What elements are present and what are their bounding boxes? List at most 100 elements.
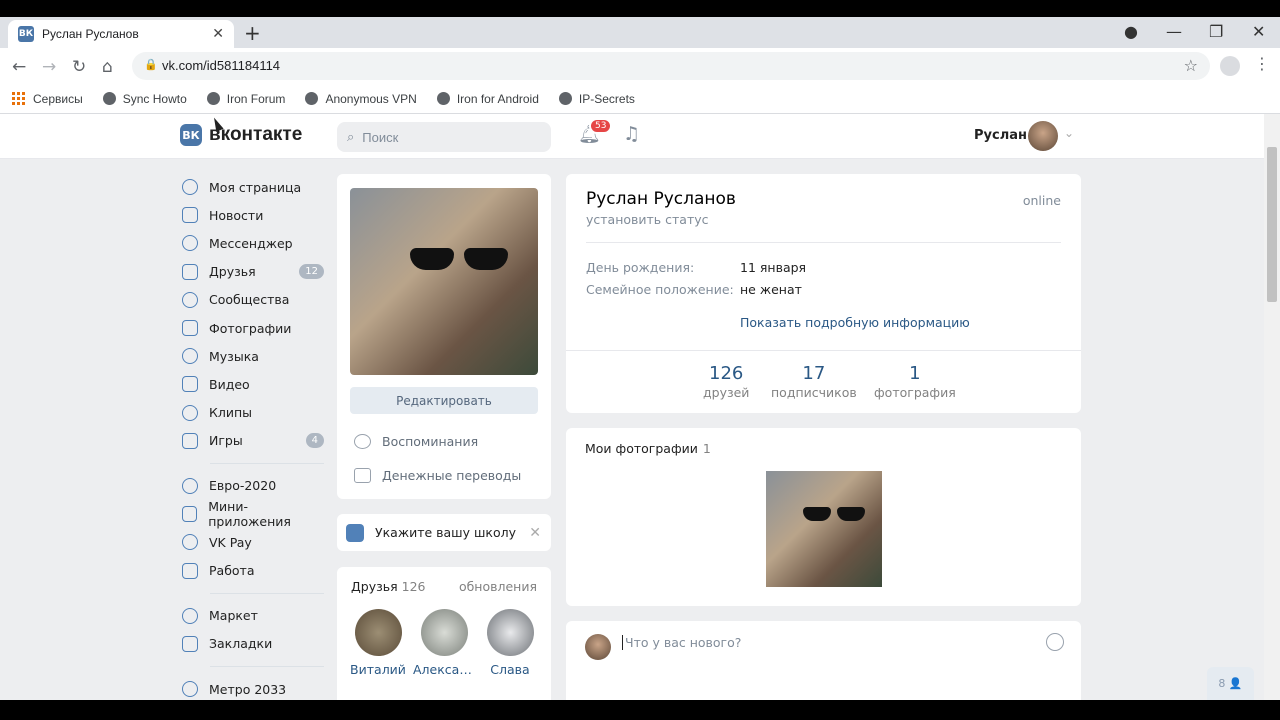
menu-item-chat[interactable]: Мессенджер — [182, 229, 324, 257]
bookmark-iron-android[interactable]: Iron for Android — [436, 92, 539, 106]
transfers-link[interactable]: Денежные переводы — [354, 468, 521, 483]
menu-item-label: Моя страница — [209, 179, 302, 195]
friends-updates-link[interactable]: обновления — [459, 579, 537, 594]
post-input[interactable]: Что у вас нового? — [622, 635, 741, 650]
online-status: online — [1022, 193, 1061, 208]
menu-item-news[interactable]: Новости — [182, 201, 324, 229]
work-icon — [182, 562, 198, 579]
set-status-link[interactable]: установить статус — [586, 212, 709, 227]
bookmark-anonymous-vpn[interactable]: Anonymous VPN — [305, 92, 417, 106]
friend-item[interactable]: Виталий — [347, 609, 409, 677]
photo-thumbnail[interactable] — [766, 471, 882, 587]
window-close-icon[interactable]: ✕ — [1252, 22, 1265, 41]
menu-item-label: Новости — [209, 207, 264, 223]
address-bar[interactable]: 🔒 vk.com/id581184114 ☆ — [132, 52, 1210, 80]
menu-item-clips[interactable]: Клипы — [182, 399, 324, 427]
counter-photos[interactable]: 1 фотография — [874, 363, 956, 400]
menu-kebab-icon[interactable]: ⋮ — [1254, 54, 1270, 73]
tab-bar: ВК Руслан Русланов ✕ + ● — ❐ ✕ — [0, 17, 1280, 48]
forward-icon[interactable]: → — [42, 57, 56, 77]
post-composer: Что у вас нового? — [566, 621, 1081, 700]
menu-item-music[interactable]: Музыка — [182, 342, 324, 370]
chat-button[interactable]: 8 👤 — [1207, 667, 1254, 700]
chevron-down-icon[interactable]: ⌄ — [1064, 126, 1074, 140]
bookmark-services[interactable]: Сервисы — [12, 92, 83, 106]
bookmark-label: Iron Forum — [226, 91, 286, 106]
friend-avatar — [354, 609, 402, 656]
menu-item-friends[interactable]: Друзья 12 — [182, 258, 324, 286]
birthday-row: День рождения: 11 января — [586, 260, 806, 275]
restore-icon[interactable]: ❐ — [1209, 22, 1223, 41]
menu-item-apps[interactable]: Мини-приложения — [182, 499, 324, 530]
menu-item-label: Друзья — [209, 264, 256, 280]
menu-item-user[interactable]: Моя страница — [182, 173, 324, 201]
menu-item-communities[interactable]: Сообщества — [182, 286, 324, 314]
bookmark-iron-forum[interactable]: Iron Forum — [206, 91, 286, 106]
edit-profile-button[interactable]: Редактировать — [350, 387, 538, 414]
url-text[interactable]: vk.com/id581184114 — [162, 58, 280, 73]
close-icon[interactable]: ✕ — [529, 525, 541, 541]
show-more-info-link[interactable]: Показать подробную информацию — [740, 315, 970, 330]
new-tab-icon[interactable]: + — [244, 23, 261, 43]
menu-item-label: Работа — [209, 563, 255, 579]
vk-logo[interactable]: ВК вконтакте — [180, 124, 302, 146]
menu-item-games[interactable]: Игры 4 — [182, 427, 324, 455]
counter-followers[interactable]: 17 подписчиков — [771, 363, 857, 400]
back-icon[interactable]: ← — [12, 57, 26, 77]
header-user-name[interactable]: Руслан — [974, 128, 1027, 143]
browser-window: ВК Руслан Русланов ✕ + ● — ❐ ✕ ← → ↻ ⌂ 🔒… — [0, 17, 1280, 700]
browser-tab[interactable]: ВК Руслан Русланов ✕ — [8, 20, 234, 48]
school-prompt[interactable]: Укажите вашу школу ✕ — [337, 514, 551, 551]
profile-counters: 126 друзей 17 подписчиков 1 фотография — [566, 350, 1081, 414]
profile-photo[interactable] — [350, 188, 538, 375]
search-input[interactable] — [360, 128, 535, 146]
profile-menu-icon[interactable]: ● — [1124, 22, 1138, 41]
bookmark-ip-secrets[interactable]: IP-Secrets — [558, 92, 635, 106]
bookmark-sync-howto[interactable]: Sync Howto — [102, 92, 187, 106]
address-bar-row: ← → ↻ ⌂ 🔒 vk.com/id581184114 ☆ ⋮ — [0, 48, 1280, 84]
bookmark-star-icon[interactable]: ☆ — [1184, 56, 1198, 75]
menu-item-work[interactable]: Работа — [182, 556, 324, 584]
menu-item-video[interactable]: Видео — [182, 370, 324, 398]
communities-icon — [182, 291, 198, 308]
close-tab-icon[interactable]: ✕ — [212, 26, 224, 42]
counter-label: друзей — [703, 385, 750, 400]
friend-item[interactable]: Александ... — [413, 609, 475, 677]
video-icon — [182, 376, 198, 393]
menu-item-label: Мини-приложения — [208, 499, 291, 530]
menu-item-photos[interactable]: Фотографии — [182, 314, 324, 342]
my-photos-title-text: Мои фотографии — [585, 441, 698, 456]
market-icon — [182, 607, 198, 624]
memories-link[interactable]: Воспоминания — [354, 434, 478, 449]
header-avatar[interactable] — [1028, 121, 1058, 151]
home-icon[interactable]: ⌂ — [102, 57, 113, 77]
friend-item[interactable]: Слава — [479, 609, 541, 677]
globe-icon — [436, 92, 450, 105]
scrollbar-thumb[interactable] — [1267, 147, 1277, 302]
account-icon[interactable] — [1220, 56, 1240, 76]
menu-item-gamepad[interactable]: Метро 2033 — [182, 675, 324, 700]
menu-item-ball[interactable]: Евро-2020 — [182, 472, 324, 500]
minimize-icon[interactable]: — — [1166, 22, 1182, 41]
my-photos-title[interactable]: Мои фотографии 1 — [585, 441, 711, 456]
counter-friends[interactable]: 126 друзей — [703, 363, 749, 400]
menu-item-count-badge: 4 — [305, 432, 324, 448]
menu-item-bookmark[interactable]: Закладки — [182, 630, 324, 658]
photos-icon — [182, 320, 198, 337]
friends-icon — [182, 263, 198, 280]
friends-title[interactable]: Друзья 126 — [351, 579, 426, 594]
menu-item-market[interactable]: Маркет — [182, 602, 324, 630]
emoji-icon[interactable] — [1046, 633, 1064, 651]
menu-item-label: VK Pay — [209, 534, 252, 550]
lock-icon[interactable]: 🔒 — [144, 58, 158, 71]
music-note-icon[interactable]: ♫ — [623, 123, 640, 145]
menu-item-label: Сообщества — [209, 292, 290, 308]
divider — [586, 242, 1061, 243]
birthday-value[interactable]: 11 января — [740, 260, 806, 275]
reload-icon[interactable]: ↻ — [72, 57, 86, 77]
menu-item-pay[interactable]: VK Pay — [182, 528, 324, 556]
page-scrollbar[interactable] — [1264, 114, 1280, 700]
search-box[interactable]: ⌕ — [337, 122, 551, 152]
sunglasses-shape — [410, 248, 520, 272]
friends-title-text: Друзья — [351, 579, 398, 594]
